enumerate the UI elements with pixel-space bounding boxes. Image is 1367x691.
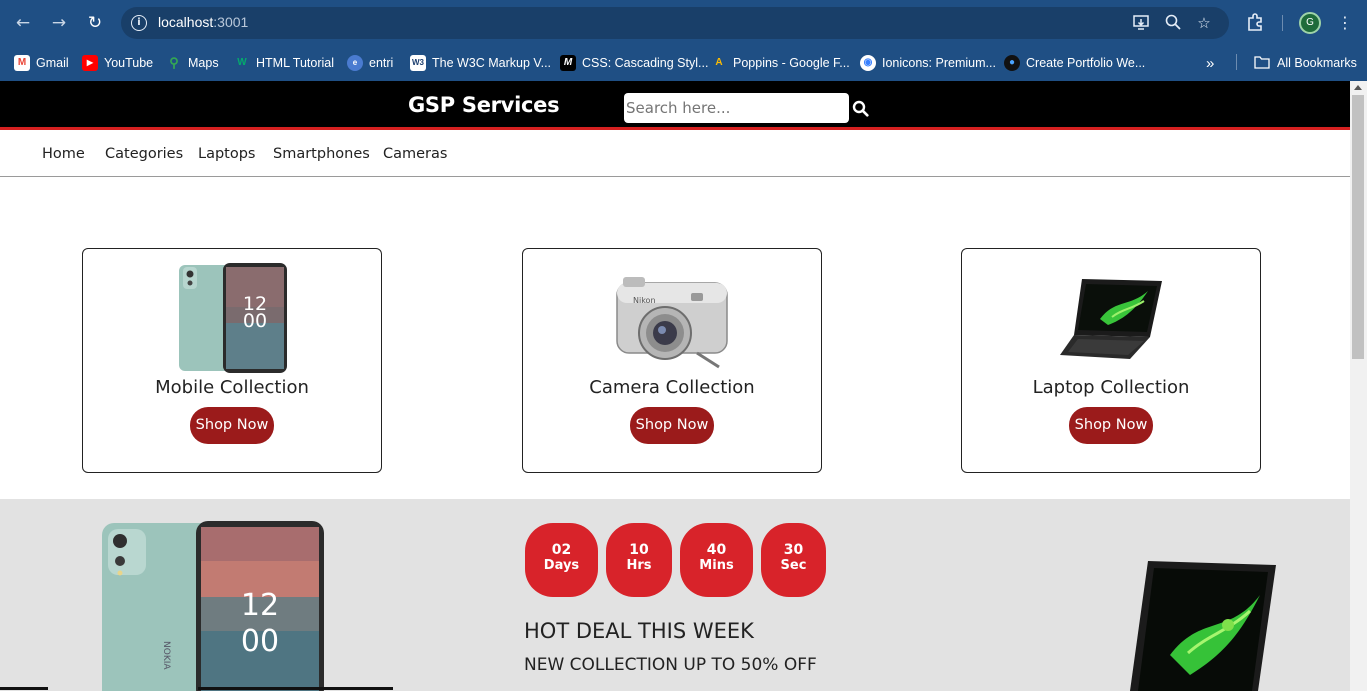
web-page: GSP Services Home Categories Laptops Sma…: [0, 81, 1350, 691]
bookmark-ionicons[interactable]: ◉ Ionicons: Premium...: [860, 53, 996, 73]
main-menu: Home Categories Laptops Smartphones Came…: [0, 133, 1350, 177]
camera-image: Nikon: [613, 271, 731, 373]
w3schools-icon: W: [237, 57, 247, 68]
folder-icon: [1253, 55, 1271, 71]
hot-deal-section: NOKIA 12 00 02 Days 10 Hrs 40 Mins 30 Sec HO…: [0, 499, 1350, 691]
bookmark-youtube[interactable]: ▶ YouTube: [82, 53, 153, 73]
brand-logo[interactable]: GSP Services: [408, 93, 560, 117]
extensions-icon[interactable]: [1244, 12, 1266, 34]
svg-text:Nikon: Nikon: [633, 296, 656, 305]
bookmark-portfolio[interactable]: ● Create Portfolio We...: [1004, 53, 1145, 73]
timer-days: 02 Days: [525, 523, 598, 597]
bookmark-google-fonts[interactable]: A Poppins - Google F...: [711, 53, 849, 73]
menu-item-home[interactable]: Home: [42, 146, 85, 162]
shop-now-button[interactable]: Shop Now: [1069, 407, 1153, 444]
entri-icon: e: [347, 55, 363, 71]
ionicons-icon: ◉: [860, 55, 876, 71]
google-fonts-icon: A: [715, 57, 723, 68]
all-bookmarks-folder[interactable]: All Bookmarks: [1253, 53, 1357, 73]
collection-title: Laptop Collection: [1032, 377, 1190, 398]
menu-item-categories[interactable]: Categories: [105, 146, 183, 162]
address-bar[interactable]: i localhost:3001 ☆: [121, 7, 1229, 39]
gmail-icon: M: [14, 55, 30, 71]
bookmark-gmail[interactable]: M Gmail: [14, 53, 69, 73]
portfolio-icon: ●: [1004, 55, 1020, 71]
search-input[interactable]: [624, 93, 849, 123]
search-icon[interactable]: [852, 100, 869, 117]
url-text[interactable]: localhost:3001: [158, 14, 248, 30]
phone-clock-minutes: 00: [243, 310, 267, 332]
forward-arrow-icon[interactable]: →: [47, 11, 71, 35]
youtube-icon: ▶: [82, 55, 98, 71]
bookmark-maps[interactable]: ⚲ Maps: [166, 53, 218, 73]
site-header: GSP Services: [0, 81, 1350, 130]
collection-card-camera: Nikon Camera Collection Shop Now: [522, 248, 822, 473]
deal-phone-clock-hours: 12: [241, 588, 279, 623]
bottom-edge-strip: [198, 687, 393, 690]
shop-now-button[interactable]: Shop Now: [190, 407, 274, 444]
collection-card-mobile: 12 00 Mobile Collection Shop Now: [82, 248, 382, 473]
maps-icon: ⚲: [169, 55, 179, 70]
collection-card-laptop: Laptop Collection Shop Now: [961, 248, 1261, 473]
scroll-up-arrow-icon[interactable]: [1354, 85, 1362, 90]
deal-smartphone-image: NOKIA 12 00: [100, 521, 326, 691]
menu-kebab-icon[interactable]: ⋮: [1334, 12, 1356, 34]
bookmark-star-icon[interactable]: ☆: [1194, 13, 1214, 33]
profile-avatar[interactable]: G: [1299, 12, 1321, 34]
site-info-icon[interactable]: i: [131, 15, 147, 31]
reload-icon[interactable]: ↻: [83, 11, 107, 35]
bookmark-w3c[interactable]: W3 The W3C Markup V...: [410, 53, 551, 73]
install-app-icon[interactable]: [1131, 13, 1151, 33]
menu-item-laptops[interactable]: Laptops: [198, 146, 255, 162]
svg-text:NOKIA: NOKIA: [161, 641, 171, 670]
zoom-icon[interactable]: [1163, 13, 1183, 33]
smartphone-image: 12 00: [177, 263, 289, 377]
bookmarks-divider: [1236, 54, 1237, 70]
back-arrow-icon[interactable]: ←: [11, 11, 35, 35]
collection-title: Camera Collection: [589, 377, 755, 398]
shop-now-button[interactable]: Shop Now: [630, 407, 714, 444]
mdn-icon: M: [560, 55, 576, 71]
bookmark-entri[interactable]: e entri: [347, 53, 393, 73]
bookmark-html-tutorial[interactable]: W HTML Tutorial: [234, 53, 334, 73]
bookmark-mdn-css[interactable]: M CSS: Cascading Styl...: [560, 53, 708, 73]
scroll-thumb[interactable]: [1352, 95, 1364, 359]
bottom-edge-strip: [0, 687, 48, 690]
menu-item-smartphones[interactable]: Smartphones: [273, 146, 370, 162]
bookmarks-bar: M Gmail ▶ YouTube ⚲ Maps W HTML Tutorial e en…: [0, 46, 1367, 81]
timer-seconds: 30 Sec: [761, 523, 826, 597]
toolbar-divider: [1282, 15, 1283, 31]
w3c-icon: W3: [410, 55, 426, 71]
deal-laptop-image: [1110, 555, 1280, 691]
deal-title: HOT DEAL THIS WEEK: [524, 619, 754, 643]
timer-minutes: 40 Mins: [680, 523, 753, 597]
more-bookmarks-chevron-icon[interactable]: »: [1206, 53, 1214, 73]
laptop-image: [1060, 279, 1164, 367]
deal-subtitle: NEW COLLECTION UP TO 50% OFF: [524, 655, 817, 675]
browser-toolbar: ← → ↻ i localhost:3001 ☆ G ⋮: [0, 0, 1367, 46]
timer-hours: 10 Hrs: [606, 523, 672, 597]
menu-item-cameras[interactable]: Cameras: [383, 146, 447, 162]
deal-phone-clock-minutes: 00: [241, 624, 279, 659]
page-scrollbar[interactable]: [1350, 81, 1367, 691]
collection-title: Mobile Collection: [155, 377, 309, 398]
